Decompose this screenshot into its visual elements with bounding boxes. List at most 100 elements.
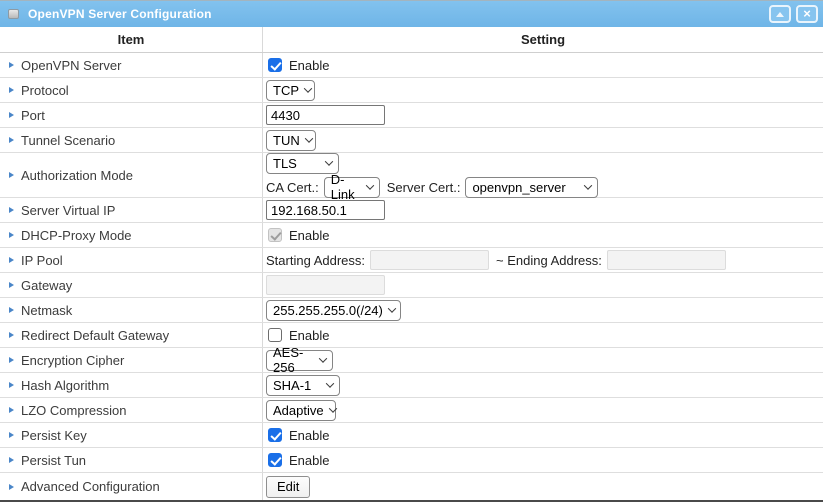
protocol-select[interactable]: TCP <box>266 80 315 101</box>
bullet-icon <box>9 257 14 263</box>
starting-address-label: Starting Address: <box>266 253 365 268</box>
row-tunnel-scenario: Tunnel Scenario TUN <box>0 128 823 153</box>
row-gateway: Gateway <box>0 273 823 298</box>
chevron-down-icon <box>304 84 312 92</box>
row-label: LZO Compression <box>21 403 126 418</box>
row-openvpn-server: OpenVPN Server Enable <box>0 53 823 78</box>
row-lzo-compression: LZO Compression Adaptive <box>0 398 823 423</box>
collapse-icon <box>776 12 784 17</box>
titlebar-buttons: × <box>769 5 818 23</box>
bullet-icon <box>9 307 14 313</box>
row-label: Hash Algorithm <box>21 378 109 393</box>
row-persist-tun: Persist Tun Enable <box>0 448 823 473</box>
netmask-select[interactable]: 255.255.255.0(/24) <box>266 300 401 321</box>
row-ip-pool: IP Pool Starting Address: ~ Ending Addre… <box>0 248 823 273</box>
row-protocol: Protocol TCP <box>0 78 823 103</box>
enable-label: Enable <box>289 228 329 243</box>
row-persist-key: Persist Key Enable <box>0 423 823 448</box>
port-input[interactable] <box>266 105 385 125</box>
persist-key-enable-checkbox[interactable] <box>268 428 282 442</box>
encryption-cipher-select-value: AES-256 <box>273 345 314 375</box>
window-icon <box>8 9 19 19</box>
bullet-icon <box>9 457 14 463</box>
ca-cert-label: CA Cert.: <box>266 180 319 195</box>
row-label: Tunnel Scenario <box>21 133 115 148</box>
chevron-down-icon <box>319 354 327 362</box>
row-port: Port <box>0 103 823 128</box>
openvpn-config-window: OpenVPN Server Configuration × Item Sett… <box>0 0 823 502</box>
tunnel-scenario-select[interactable]: TUN <box>266 130 316 151</box>
hash-algorithm-select[interactable]: SHA-1 <box>266 375 340 396</box>
row-label: Gateway <box>21 278 72 293</box>
enable-label: Enable <box>289 428 329 443</box>
bullet-icon <box>9 172 14 178</box>
protocol-select-value: TCP <box>273 83 299 98</box>
tunnel-scenario-select-value: TUN <box>273 133 300 148</box>
titlebar: OpenVPN Server Configuration × <box>0 0 823 27</box>
chevron-down-icon <box>584 181 592 189</box>
ending-address-input <box>607 250 726 270</box>
chevron-down-icon <box>326 379 334 387</box>
bullet-icon <box>9 62 14 68</box>
row-label: DHCP-Proxy Mode <box>21 228 132 243</box>
row-label: Redirect Default Gateway <box>21 328 169 343</box>
authorization-mode-select[interactable]: TLS <box>266 153 339 174</box>
bullet-icon <box>9 282 14 288</box>
row-dhcp-proxy-mode: DHCP-Proxy Mode Enable <box>0 223 823 248</box>
chevron-down-icon <box>325 157 333 165</box>
chevron-down-icon <box>388 304 396 312</box>
config-table: Item Setting OpenVPN Server Enable Proto… <box>0 27 823 500</box>
bullet-icon <box>9 137 14 143</box>
row-authorization-mode: Authorization Mode TLS CA Cert.: D-Link <box>0 153 823 198</box>
server-cert-label: Server Cert.: <box>387 180 461 195</box>
row-netmask: Netmask 255.255.255.0(/24) <box>0 298 823 323</box>
starting-address-input <box>370 250 489 270</box>
row-label: Advanced Configuration <box>21 479 160 494</box>
ca-cert-select[interactable]: D-Link <box>324 177 380 198</box>
bullet-icon <box>9 332 14 338</box>
header-setting: Setting <box>263 27 823 52</box>
row-encryption-cipher: Encryption Cipher AES-256 <box>0 348 823 373</box>
row-label: Encryption Cipher <box>21 353 124 368</box>
row-label: Netmask <box>21 303 72 318</box>
bullet-icon <box>9 382 14 388</box>
row-label: OpenVPN Server <box>21 58 121 73</box>
chevron-down-icon <box>366 181 374 189</box>
bullet-icon <box>9 232 14 238</box>
netmask-select-value: 255.255.255.0(/24) <box>273 303 383 318</box>
row-server-virtual-ip: Server Virtual IP <box>0 198 823 223</box>
redirect-gateway-enable-checkbox[interactable] <box>268 328 282 342</box>
edit-button[interactable]: Edit <box>266 476 310 498</box>
authorization-mode-select-value: TLS <box>273 156 297 171</box>
openvpn-server-enable-checkbox[interactable] <box>268 58 282 72</box>
row-label: Persist Key <box>21 428 87 443</box>
chevron-down-icon <box>304 134 312 142</box>
persist-tun-enable-checkbox[interactable] <box>268 453 282 467</box>
enable-label: Enable <box>289 453 329 468</box>
bullet-icon <box>9 207 14 213</box>
bullet-icon <box>9 87 14 93</box>
lzo-compression-select-value: Adaptive <box>273 403 324 418</box>
dhcp-proxy-enable-checkbox <box>268 228 282 242</box>
enable-label: Enable <box>289 328 329 343</box>
gateway-input <box>266 275 385 295</box>
close-button[interactable]: × <box>796 5 818 23</box>
server-cert-select[interactable]: openvpn_server <box>465 177 598 198</box>
row-redirect-default-gateway: Redirect Default Gateway Enable <box>0 323 823 348</box>
chevron-down-icon <box>328 404 336 412</box>
ending-address-label: ~ Ending Address: <box>496 253 602 268</box>
window-title: OpenVPN Server Configuration <box>28 7 769 21</box>
lzo-compression-select[interactable]: Adaptive <box>266 400 336 421</box>
collapse-button[interactable] <box>769 5 791 23</box>
bullet-icon <box>9 484 14 490</box>
encryption-cipher-select[interactable]: AES-256 <box>266 350 333 371</box>
row-advanced-configuration: Advanced Configuration Edit <box>0 473 823 500</box>
bullet-icon <box>9 407 14 413</box>
server-virtual-ip-input[interactable] <box>266 200 385 220</box>
close-icon: × <box>803 7 811 20</box>
table-header: Item Setting <box>0 27 823 53</box>
bullet-icon <box>9 357 14 363</box>
row-label: Protocol <box>21 83 69 98</box>
bullet-icon <box>9 112 14 118</box>
enable-label: Enable <box>289 58 329 73</box>
